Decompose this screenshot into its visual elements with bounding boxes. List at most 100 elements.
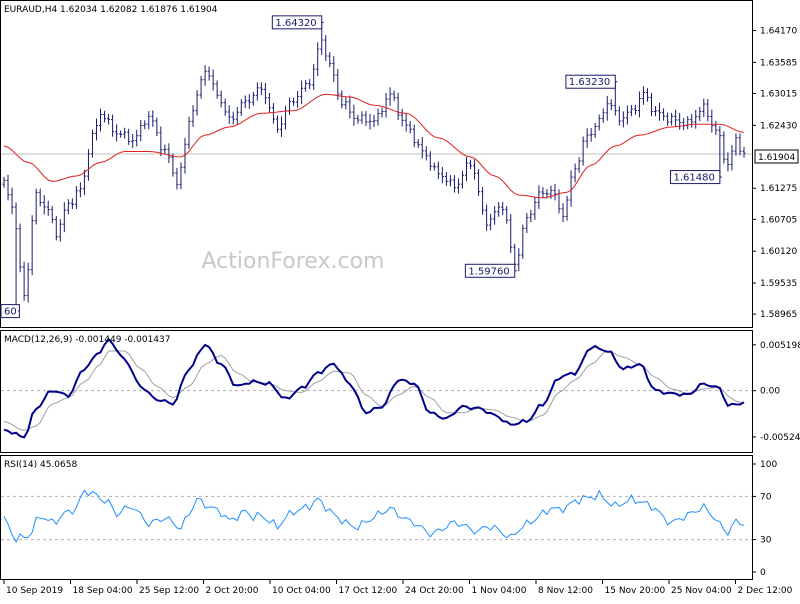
ohlc-bar xyxy=(726,152,730,172)
ohlc-bar xyxy=(151,110,155,127)
ohlc-bar xyxy=(99,108,103,132)
current-price-label: 1.61904 xyxy=(758,153,795,163)
ohlc-bar xyxy=(119,130,123,138)
ohlc-bar xyxy=(621,111,625,128)
ohlc-bar xyxy=(147,111,151,130)
ohlc-bar xyxy=(412,124,416,148)
rsi-title-name: RSI(14) xyxy=(4,460,37,470)
macd-tick-label: 0.005198 xyxy=(760,341,800,351)
ohlc-bar xyxy=(658,102,662,121)
ohlc-bar xyxy=(730,145,734,171)
ohlc-bar xyxy=(477,169,481,196)
ohlc-bar xyxy=(195,90,199,116)
ohlc-bar xyxy=(465,156,468,182)
rsi-title-values: 45.0658 xyxy=(40,460,77,470)
ohlc-bar xyxy=(400,108,404,127)
ohlc-bar xyxy=(259,82,263,95)
price-tick-label: 1.58965 xyxy=(760,310,797,320)
ohlc-bar xyxy=(2,176,6,188)
rsi-line xyxy=(3,489,745,543)
rsi-tick-label: 0 xyxy=(760,568,766,578)
ohlc-bar xyxy=(199,75,203,99)
ohlc-bar xyxy=(231,111,235,125)
watermark-text: ActionForex.com xyxy=(202,249,385,274)
rsi-panel-frame xyxy=(0,455,753,580)
x-tick-label: 1 Nov 04:00 xyxy=(472,586,527,596)
ohlc-bar xyxy=(332,56,336,83)
price-tick-label: 1.60120 xyxy=(760,247,797,257)
macd-panel-frame xyxy=(0,330,753,453)
ohlc-bar xyxy=(448,175,452,187)
ohlc-bar xyxy=(292,97,296,106)
ohlc-bar xyxy=(440,166,444,184)
price-callout: 1.64320 xyxy=(271,15,324,30)
macd-title-name: MACD(12,26,9) xyxy=(4,335,72,345)
ohlc-bar xyxy=(171,153,175,177)
ohlc-bar xyxy=(123,127,127,139)
ohlc-bar xyxy=(505,206,509,224)
ohlc-bar xyxy=(561,203,565,223)
ohlc-bar xyxy=(62,202,66,233)
price-tick-label: 1.63585 xyxy=(760,58,797,68)
macd-title-values: -0.001449 -0.001437 xyxy=(75,335,170,345)
rsi-y-axis: 100 70 30 0 xyxy=(752,460,777,578)
ohlc-bar xyxy=(46,200,50,216)
ohlc-bar xyxy=(501,201,505,215)
ohlc-bar xyxy=(167,143,171,164)
price-panel-frame xyxy=(0,0,753,328)
ohlc-bar xyxy=(348,95,352,119)
ohlc-bar xyxy=(235,106,239,125)
ohlc-bar xyxy=(344,97,348,110)
price-callout: 1.63230 xyxy=(565,74,618,89)
ohlc-bar xyxy=(742,146,746,158)
ohlc-bar xyxy=(609,99,613,111)
moving-average-line xyxy=(3,93,745,199)
ohlc-bar xyxy=(356,114,360,124)
ohlc-bar xyxy=(324,35,328,62)
ohlc-bar xyxy=(90,129,94,158)
ohlc-bar xyxy=(404,113,408,132)
ohlc-bar xyxy=(702,98,706,117)
ohlc-bar xyxy=(432,162,436,171)
ohlc-bar xyxy=(734,133,738,156)
price-tick-label: 1.59535 xyxy=(760,279,797,289)
ohlc-bar xyxy=(328,52,332,68)
ohlc-bar xyxy=(420,137,424,159)
ohlc-bar xyxy=(54,215,58,241)
ohlc-bar xyxy=(641,86,645,105)
ohlc-bar xyxy=(50,205,54,224)
rsi-tick-label: 100 xyxy=(760,460,777,470)
ohlc-bar xyxy=(625,105,629,125)
x-tick-label: 24 Oct 20:00 xyxy=(405,586,464,596)
ohlc-bar xyxy=(690,113,694,128)
ohlc-bar xyxy=(30,215,34,276)
ohlc-bar xyxy=(738,133,742,156)
ohlc-bar xyxy=(280,116,283,137)
ohlc-bar xyxy=(662,108,666,121)
ohlc-bar xyxy=(473,159,477,180)
x-tick-label: 15 Nov 20:00 xyxy=(605,586,666,596)
ohlc-bar xyxy=(340,90,344,109)
ohlc-bar xyxy=(601,108,605,123)
ohlc-bar xyxy=(593,123,597,138)
ohlc-bar xyxy=(670,112,674,126)
ohlc-bar xyxy=(509,214,513,254)
ohlc-bar xyxy=(364,111,368,126)
ohlc-bar xyxy=(388,87,392,106)
ohlc-bar xyxy=(637,91,641,118)
ohlc-bar xyxy=(585,128,589,148)
ohlc-bar xyxy=(223,98,227,116)
ohlc-bar xyxy=(376,108,380,126)
ohlc-bar xyxy=(10,187,14,215)
ohlc-bar xyxy=(682,118,686,131)
ohlc-bar xyxy=(267,92,271,113)
ohlc-bar xyxy=(489,213,493,231)
ohlc-bar xyxy=(275,115,279,133)
price-callout-label: 60 xyxy=(4,307,17,318)
ohlc-bar xyxy=(58,219,62,242)
ohlc-bar xyxy=(6,174,10,201)
chart-root: ActionForex.com 1.64170 1.63585 1.63015 1.6… xyxy=(0,0,800,600)
ohlc-bar xyxy=(135,129,139,147)
ohlc-bar xyxy=(155,117,159,137)
x-tick-label: 2 Dec 12:00 xyxy=(738,586,793,596)
